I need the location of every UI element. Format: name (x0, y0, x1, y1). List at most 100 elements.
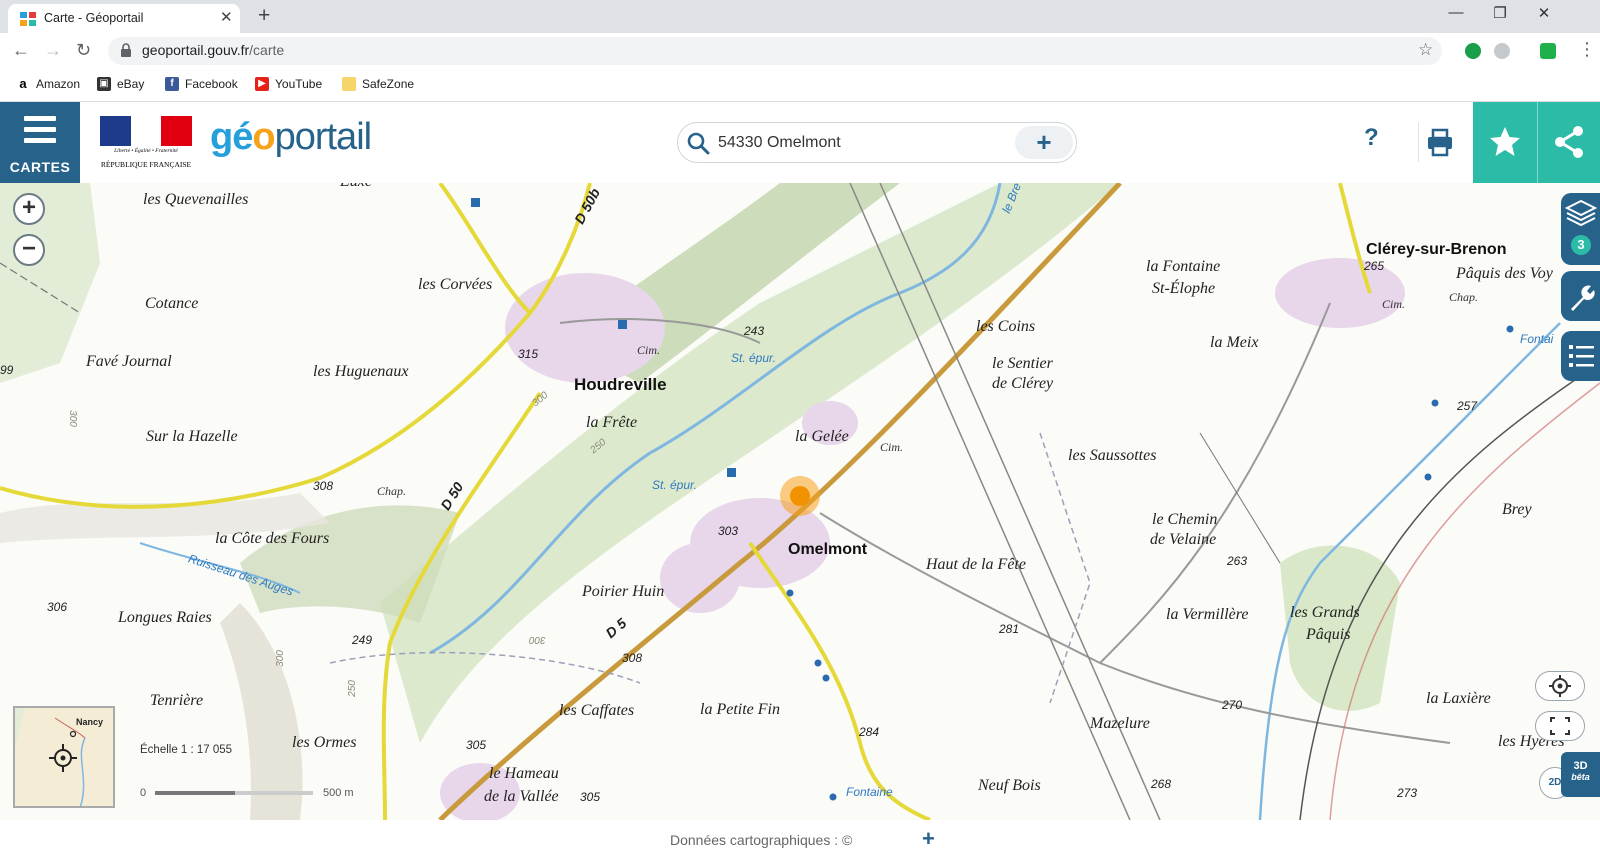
map-small-label: St. épur. (731, 351, 776, 365)
map-label: Favé Journal (86, 353, 172, 370)
credits-expand-button[interactable]: + (922, 826, 935, 852)
map-label: la Gelée (795, 428, 849, 445)
map-label: Haut de la Fête (926, 556, 1026, 573)
kebab-menu-icon[interactable]: ⋮ (1578, 39, 1596, 60)
omnibox[interactable]: geoportail.gouv.fr/carte ☆ (108, 37, 1442, 65)
adblock-extension-icon[interactable] (1465, 43, 1481, 59)
tools-button[interactable] (1561, 271, 1600, 321)
water-label: Fontai (1520, 332, 1554, 346)
overview-minimap[interactable]: Nancy (13, 706, 115, 808)
water-label: Fontaine (846, 785, 893, 799)
map-label: Cotance (145, 295, 199, 312)
share-icon (1555, 126, 1583, 158)
map-label: les Coins (976, 318, 1036, 335)
altitude-label: 305 (466, 738, 487, 752)
minimize-icon[interactable]: — (1436, 4, 1476, 21)
bookmark-safezone[interactable]: SafeZone (342, 77, 414, 91)
map-label: les Huguenaux (313, 363, 409, 380)
mode-3d-beta: bêta (1571, 772, 1590, 782)
bookmark-ebay[interactable]: ▣ eBay (97, 77, 144, 91)
bookmark-label: Amazon (36, 77, 81, 91)
town-label: Houdreville (574, 375, 667, 394)
share-button[interactable] (1537, 102, 1600, 183)
advanced-search-plus-icon[interactable]: + (1015, 126, 1073, 159)
cartes-menu-button[interactable]: CARTES (0, 102, 80, 183)
altitude-label: 270 (1222, 698, 1243, 712)
bookmarks-bar: a Amazon ▣ eBay f Facebook ▶ YouTube Saf… (0, 69, 1600, 102)
marianne-flag-icon (100, 116, 193, 146)
map-label: Brey (1502, 501, 1532, 518)
geoportail-logo[interactable]: géoportail (210, 116, 372, 159)
fullscreen-button[interactable] (1535, 711, 1585, 741)
map-label: Mazelure (1090, 715, 1150, 732)
browser-tab[interactable]: Carte - Géoportail ✕ (8, 4, 240, 33)
ebay-icon: ▣ (97, 77, 111, 91)
map-label: la Petite Fin (700, 701, 780, 718)
scale-bar (155, 791, 313, 795)
map-label: Sur la Hazelle (146, 428, 238, 445)
altitude-label: 305 (580, 790, 601, 804)
map-small-label: St. épur. (652, 478, 697, 492)
altitude-label: 303 (718, 524, 739, 538)
scale-start: 0 (140, 787, 147, 799)
map-label: la Frête (586, 414, 638, 431)
map-label: Neuf Bois (978, 777, 1041, 794)
cloud-extension-icon[interactable] (1494, 43, 1510, 59)
zoom-in-button[interactable]: + (13, 193, 45, 225)
bookmark-label: SafeZone (362, 77, 415, 91)
scale-label: Échelle 1 : 17 055 (140, 744, 233, 756)
bookmark-facebook[interactable]: f Facebook (165, 77, 238, 91)
favorites-button[interactable] (1473, 102, 1537, 183)
map-label: la Côte des Fours (215, 530, 330, 547)
shield-extension-icon[interactable] (1540, 43, 1556, 59)
map-label: Pâquis (1306, 626, 1351, 643)
map-small-label: Cim. (1382, 297, 1406, 311)
bookmark-star-icon[interactable]: ☆ (1418, 40, 1433, 60)
altitude-label: 281 (999, 622, 1020, 636)
logo-part: gé (210, 116, 253, 158)
town-label: Clérey-sur-Brenon (1366, 241, 1507, 258)
map-label: de la Vallée (484, 788, 559, 805)
crosshair-icon (1549, 675, 1571, 697)
print-button[interactable] (1418, 122, 1458, 162)
close-window-icon[interactable]: ✕ (1524, 4, 1564, 22)
map-small-label: Cim. (880, 440, 904, 454)
search-result-marker[interactable] (780, 476, 820, 516)
search-icon[interactable] (686, 131, 710, 155)
rf-motto: Liberté • Égalité • Fraternité (114, 148, 178, 154)
map-small-label: Cim. (637, 343, 661, 357)
altitude-label: 273 (1397, 786, 1418, 800)
zoom-out-button[interactable]: − (13, 234, 45, 266)
layers-button[interactable]: 3 (1561, 193, 1600, 265)
star-icon (1490, 127, 1520, 156)
list-icon (1569, 345, 1594, 367)
help-button[interactable]: ? (1364, 124, 1379, 152)
layers-icon (1564, 199, 1598, 227)
tab-close-icon[interactable]: ✕ (220, 8, 233, 26)
geoportail-favicon-icon (20, 12, 36, 26)
map-label: de Velaine (1150, 531, 1217, 548)
map-footer: Données cartographiques : © + (0, 820, 1600, 860)
town-label: Omelmont (788, 541, 868, 558)
bookmark-label: eBay (117, 77, 145, 91)
republique-francaise-logo[interactable]: Liberté • Égalité • Fraternité RÉPUBLIQU… (100, 116, 193, 172)
mode-3d-button[interactable]: 3D bêta (1561, 752, 1600, 797)
map-canvas[interactable]: Euxe les Quevenailles les Corvées Cotanc… (0, 183, 1600, 820)
map-label: les Grands (1290, 604, 1360, 621)
wrench-icon (1571, 285, 1595, 311)
logo-part: portail (274, 116, 372, 158)
altitude-label: 265 (1364, 259, 1385, 273)
bookmark-youtube[interactable]: ▶ YouTube (255, 77, 322, 91)
back-icon[interactable]: ← (12, 40, 30, 61)
legend-list-button[interactable] (1561, 331, 1600, 381)
forward-icon[interactable]: → (44, 40, 62, 61)
map-label: le Hameau (489, 765, 559, 782)
new-tab-icon[interactable]: + (258, 4, 270, 28)
reload-icon[interactable]: ↻ (76, 40, 91, 61)
altitude-label: 306 (47, 600, 68, 614)
restore-icon[interactable]: ❐ (1480, 4, 1520, 22)
search-input[interactable] (718, 131, 1008, 155)
map-label: les Ormes (292, 734, 357, 751)
geolocate-button[interactable] (1535, 671, 1585, 701)
bookmark-amazon[interactable]: a Amazon (16, 77, 81, 92)
